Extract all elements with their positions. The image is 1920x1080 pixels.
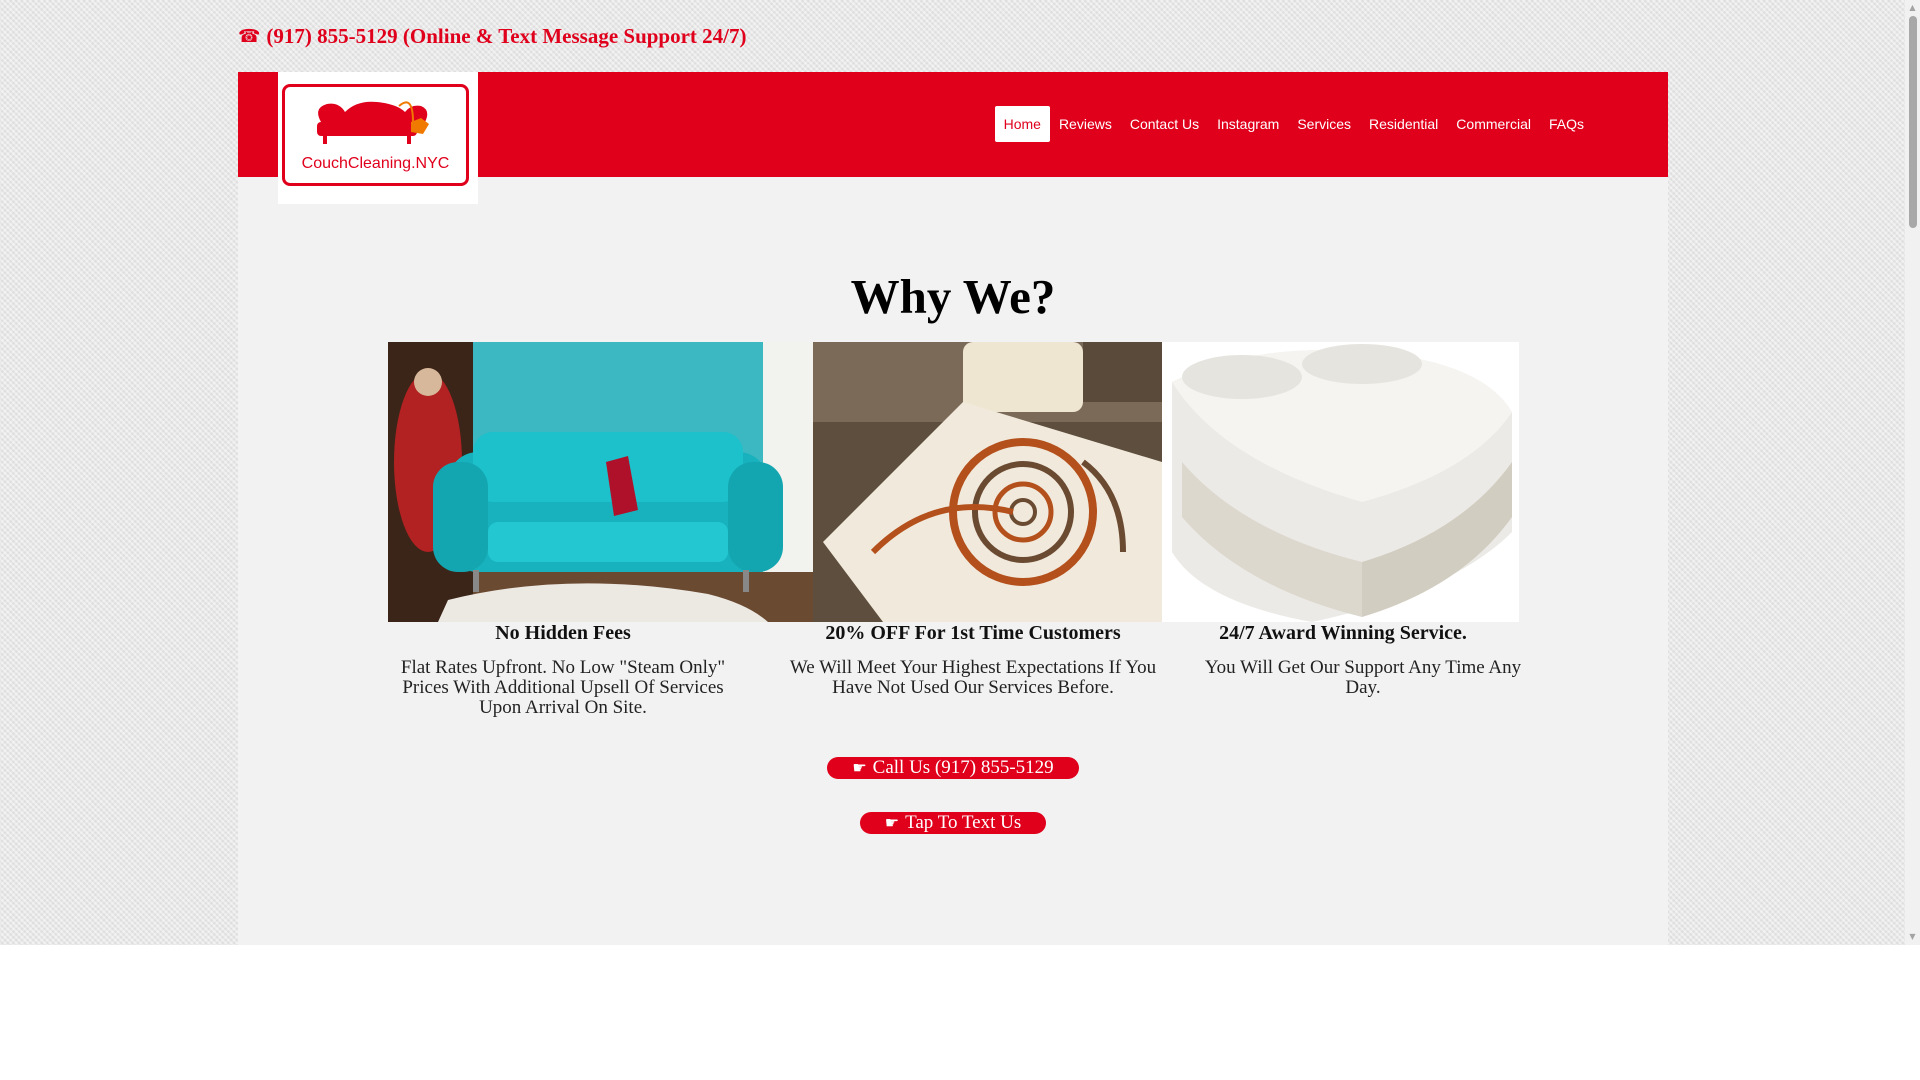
call-us-button[interactable]: ☛ Call Us (917) 855-5129 [827, 757, 1079, 779]
feature-title-first-time-discount: 20% OFF For 1st Time Customers [825, 622, 1121, 644]
call-cta-row: ☛ Call Us (917) 855-5129 [238, 757, 1668, 779]
feature-text-award-service: You Will Get Our Support Any Time Any Da… [1204, 657, 1522, 698]
main-container: CouchCleaning.NYC Home Reviews Contact U… [238, 72, 1668, 945]
support-phone-text[interactable]: (917) 855-5129 (Online & Text Message Su… [266, 24, 746, 49]
nav-item-contact-us[interactable]: Contact Us [1121, 106, 1208, 142]
pointing-hand-icon: ☛ [852, 758, 867, 777]
site-logo[interactable]: CouchCleaning.NYC [278, 72, 478, 204]
page-viewport: ☎ (917) 855-5129 (Online & Text Message … [0, 0, 1905, 945]
scroll-down-arrow-icon[interactable]: ▼ [1908, 932, 1917, 941]
main-nav: Home Reviews Contact Us Instagram Servic… [994, 106, 1593, 142]
nav-item-instagram[interactable]: Instagram [1208, 106, 1288, 142]
nav-item-reviews[interactable]: Reviews [1050, 106, 1121, 142]
feature-text-first-time-discount: We Will Meet Your Highest Expectations I… [789, 657, 1157, 698]
nav-item-residential[interactable]: Residential [1360, 106, 1447, 142]
pointing-hand-icon: ☛ [884, 813, 900, 832]
feature-title-award-service: 24/7 Award Winning Service. [1219, 622, 1467, 644]
site-header: CouchCleaning.NYC Home Reviews Contact U… [238, 72, 1668, 204]
feature-title-no-hidden-fees: No Hidden Fees [495, 622, 631, 644]
text-us-button[interactable]: ☛ Tap To Text Us [859, 812, 1047, 834]
nav-item-home[interactable]: Home [994, 106, 1050, 142]
scroll-thumb[interactable] [1909, 16, 1917, 228]
mattress-image [1162, 342, 1519, 622]
features-section: No Hidden Fees 20% OFF For 1st Time Cust… [388, 342, 1521, 718]
call-us-label: Call Us (917) 855-5129 [872, 757, 1054, 778]
nav-item-faqs[interactable]: FAQs [1540, 106, 1593, 142]
feature-text-no-hidden-fees: Flat Rates Upfront. No Low "Steam Only" … [400, 657, 726, 718]
nav-item-commercial[interactable]: Commercial [1447, 106, 1540, 142]
page-heading: Why We? [850, 269, 1056, 324]
phone-icon: ☎ [238, 26, 261, 47]
text-us-label: Tap To Text Us [905, 812, 1022, 833]
swirl-rug-image [813, 342, 1162, 622]
support-phone-line[interactable]: ☎ (917) 855-5129 (Online & Text Message … [238, 24, 747, 49]
couch-icon [317, 101, 429, 144]
logo-frame: CouchCleaning.NYC [282, 84, 469, 186]
teal-sofa-image [388, 342, 813, 622]
scroll-up-arrow-icon[interactable]: ▲ [1908, 3, 1917, 12]
vertical-scrollbar[interactable]: ▲ ▼ [1905, 0, 1920, 945]
text-cta-row: ☛ Tap To Text Us [238, 812, 1668, 834]
logo-text: CouchCleaning.NYC [301, 155, 450, 172]
nav-item-services[interactable]: Services [1288, 106, 1360, 142]
